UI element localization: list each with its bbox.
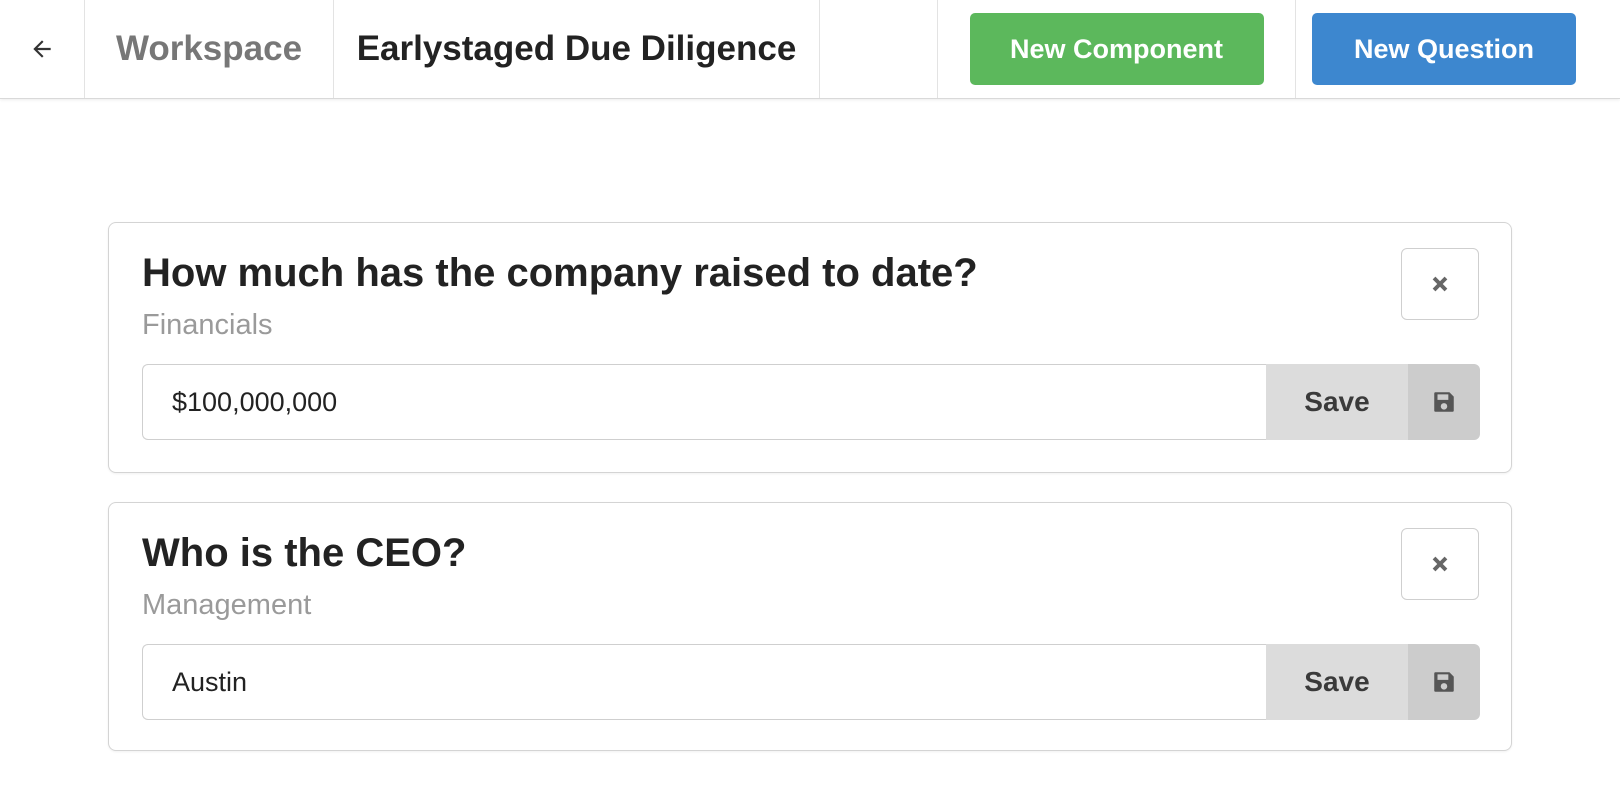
new-component-button[interactable]: New Component	[969, 13, 1264, 85]
question-card: Who is the CEO? Management Save	[108, 502, 1512, 751]
save-icon-button[interactable]	[1408, 364, 1480, 440]
navbar-spacer	[820, 0, 938, 98]
close-icon	[1432, 276, 1448, 292]
answer-row: Save	[142, 644, 1480, 720]
answer-input[interactable]	[142, 644, 1266, 720]
new-component-cell: New Component	[938, 0, 1296, 98]
save-icon-button[interactable]	[1408, 644, 1480, 720]
remove-question-button[interactable]	[1401, 248, 1479, 320]
floppy-disk-icon	[1434, 672, 1454, 692]
question-title: How much has the company raised to date?	[142, 251, 978, 295]
page-title: Earlystaged Due Diligence	[334, 0, 820, 98]
question-title: Who is the CEO?	[142, 531, 467, 575]
question-category: Management	[142, 589, 312, 621]
question-card: How much has the company raised to date?…	[108, 222, 1512, 473]
workspace-link[interactable]: Workspace	[85, 0, 334, 98]
remove-question-button[interactable]	[1401, 528, 1479, 600]
question-category: Financials	[142, 309, 273, 341]
new-question-cell: New Question	[1296, 0, 1620, 98]
arrow-left-icon	[33, 40, 51, 58]
back-button[interactable]	[0, 0, 85, 98]
save-button[interactable]: Save	[1266, 364, 1408, 440]
answer-row: Save	[142, 364, 1480, 440]
new-question-button[interactable]: New Question	[1312, 13, 1576, 85]
answer-input[interactable]	[142, 364, 1266, 440]
floppy-disk-icon	[1434, 392, 1454, 412]
save-button[interactable]: Save	[1266, 644, 1408, 720]
top-navbar: Workspace Earlystaged Due Diligence New …	[0, 0, 1620, 99]
close-icon	[1432, 556, 1448, 572]
